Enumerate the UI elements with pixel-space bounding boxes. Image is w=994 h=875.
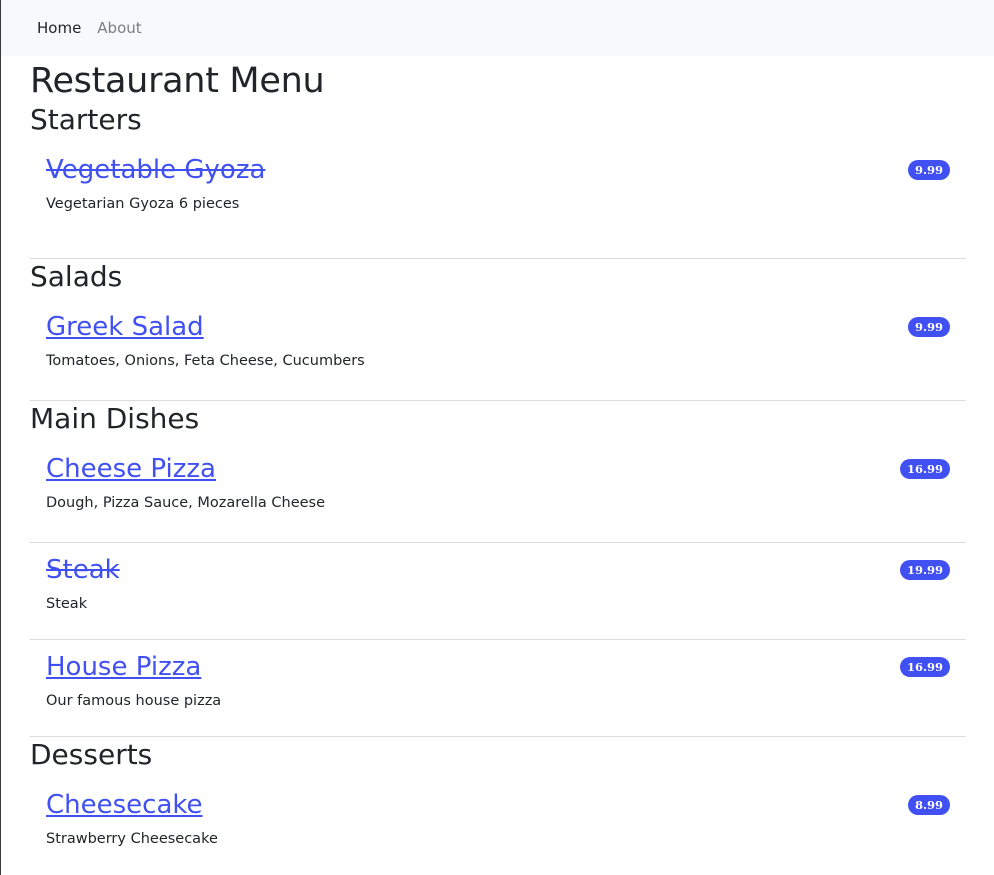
item-name-link[interactable]: Cheese Pizza bbox=[46, 452, 216, 486]
menu-item: Cheesecake 8.99 Strawberry Cheesecake bbox=[30, 773, 966, 873]
category-salads: Salads Greek Salad 9.99 Tomatoes, Onions… bbox=[30, 259, 966, 401]
category-title: Starters bbox=[30, 103, 142, 136]
item-description: Dough, Pizza Sauce, Mozarella Cheese bbox=[46, 495, 326, 511]
category-title: Salads bbox=[30, 260, 123, 293]
category-desserts: Desserts Cheesecake 8.99 Strawberry Chee… bbox=[30, 737, 966, 873]
price-badge: 16.99 bbox=[899, 657, 950, 677]
price-badge: 9.99 bbox=[907, 317, 950, 337]
item-description: Tomatoes, Onions, Feta Cheese, Cucumbers bbox=[46, 353, 365, 369]
price-badge: 8.99 bbox=[907, 795, 950, 815]
item-description: Steak bbox=[46, 596, 88, 612]
category-starters: Starters Vegetable Gyoza 9.99 Vegetarian… bbox=[30, 102, 966, 259]
menu-container: Restaurant Menu Starters Vegetable Gyoza… bbox=[0, 60, 994, 873]
menu-item: Vegetable Gyoza 9.99 Vegetarian Gyoza 6 … bbox=[30, 138, 966, 258]
price-badge: 19.99 bbox=[899, 560, 950, 580]
navbar: Home About bbox=[0, 0, 994, 56]
menu-item: House Pizza 16.99 Our famous house pizza bbox=[30, 640, 966, 736]
item-description: Our famous house pizza bbox=[46, 693, 222, 709]
item-name-link[interactable]: House Pizza bbox=[46, 650, 201, 684]
page-title: Restaurant Menu bbox=[30, 61, 325, 101]
item-description: Strawberry Cheesecake bbox=[46, 831, 218, 847]
item-name-link[interactable]: Cheesecake bbox=[46, 788, 203, 822]
menu-item: Cheese Pizza 16.99 Dough, Pizza Sauce, M… bbox=[30, 437, 966, 542]
window-edge bbox=[0, 0, 1, 875]
category-title: Main Dishes bbox=[30, 402, 200, 435]
item-name-link[interactable]: Greek Salad bbox=[46, 310, 204, 344]
category-title: Desserts bbox=[30, 738, 153, 771]
nav-home-link[interactable]: Home bbox=[37, 19, 81, 37]
item-name-link[interactable]: Steak bbox=[46, 553, 120, 587]
nav-about-link[interactable]: About bbox=[97, 19, 141, 37]
category-main-dishes: Main Dishes Cheese Pizza 16.99 Dough, Pi… bbox=[30, 401, 966, 737]
item-name-link[interactable]: Vegetable Gyoza bbox=[46, 153, 265, 187]
menu-item: Greek Salad 9.99 Tomatoes, Onions, Feta … bbox=[30, 295, 966, 400]
menu-item: Steak 19.99 Steak bbox=[30, 543, 966, 639]
price-badge: 9.99 bbox=[907, 160, 950, 180]
price-badge: 16.99 bbox=[899, 459, 950, 479]
item-description: Vegetarian Gyoza 6 pieces bbox=[46, 196, 240, 212]
